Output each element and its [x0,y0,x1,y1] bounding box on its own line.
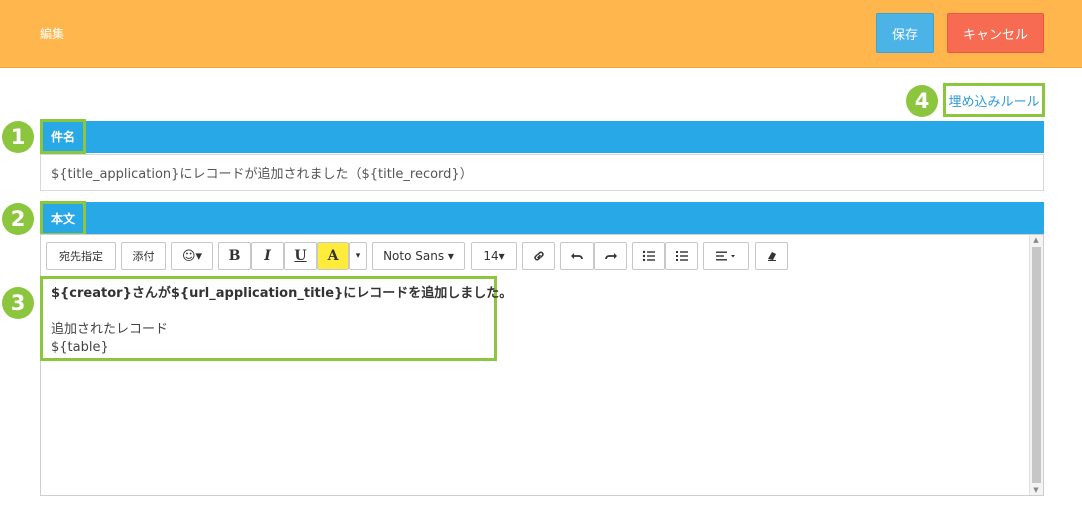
highlight-button[interactable]: A [317,242,349,270]
body-line-blank [51,303,512,321]
numbered-list-icon[interactable] [665,242,698,270]
body-line-1: ${creator}さんが${url_application_title}にレコ… [51,286,513,301]
step-marker-2: 2 [2,203,34,235]
redo-icon[interactable] [594,242,627,270]
cancel-button[interactable]: キャンセル [947,13,1044,53]
highlight-color-dropdown[interactable]: ▾ [349,242,367,270]
scroll-up-icon[interactable]: ▲ [1032,236,1040,244]
underline-button[interactable]: U [284,242,317,270]
step-marker-4: 4 [906,85,938,117]
link-icon[interactable] [522,242,555,270]
recipient-button[interactable]: 宛先指定 [46,242,116,270]
scrollbar-thumb[interactable] [1032,247,1041,483]
font-family-select[interactable]: Noto Sans ▾ [372,242,465,270]
embedding-rules-link[interactable]: 埋め込みルール [943,83,1045,117]
editor-scrollbar[interactable]: ▲ ▼ [1029,235,1043,495]
body-label: 本文 [40,201,86,236]
emoji-button[interactable]: ☺▾ [171,242,213,270]
body-header-bar [40,202,1044,234]
scroll-down-icon[interactable]: ▼ [1032,486,1040,494]
subject-header-bar [40,121,1044,153]
eraser-icon[interactable] [755,242,788,270]
editor-toolbar: 宛先指定 添付 ☺▾ B I U A ▾ Noto Sans ▾ 14▾ [41,235,1031,277]
body-editor[interactable]: 宛先指定 添付 ☺▾ B I U A ▾ Noto Sans ▾ 14▾ ▲ ▼ [40,234,1044,496]
bullet-list-icon[interactable] [632,242,665,270]
save-button[interactable]: 保存 [876,13,934,53]
undo-icon[interactable] [560,242,594,270]
page-title: 編集 [40,27,65,41]
step-marker-3: 3 [2,287,34,319]
body-line-4: ${table} [51,340,109,355]
align-icon[interactable] [703,242,749,270]
step-marker-1: 1 [2,121,34,153]
body-line-3: 追加されたレコード [51,322,169,337]
attach-button[interactable]: 添付 [121,242,166,270]
subject-label: 件名 [40,119,86,154]
bold-button[interactable]: B [218,242,251,270]
subject-input[interactable]: ${title_application}にレコードが追加されました（${titl… [40,154,1044,191]
font-size-select[interactable]: 14▾ [471,242,517,270]
italic-button[interactable]: I [251,242,284,270]
body-content[interactable]: ${creator}さんが${url_application_title}にレコ… [51,285,512,357]
header-bar: 編集 保存 キャンセル [0,0,1082,68]
